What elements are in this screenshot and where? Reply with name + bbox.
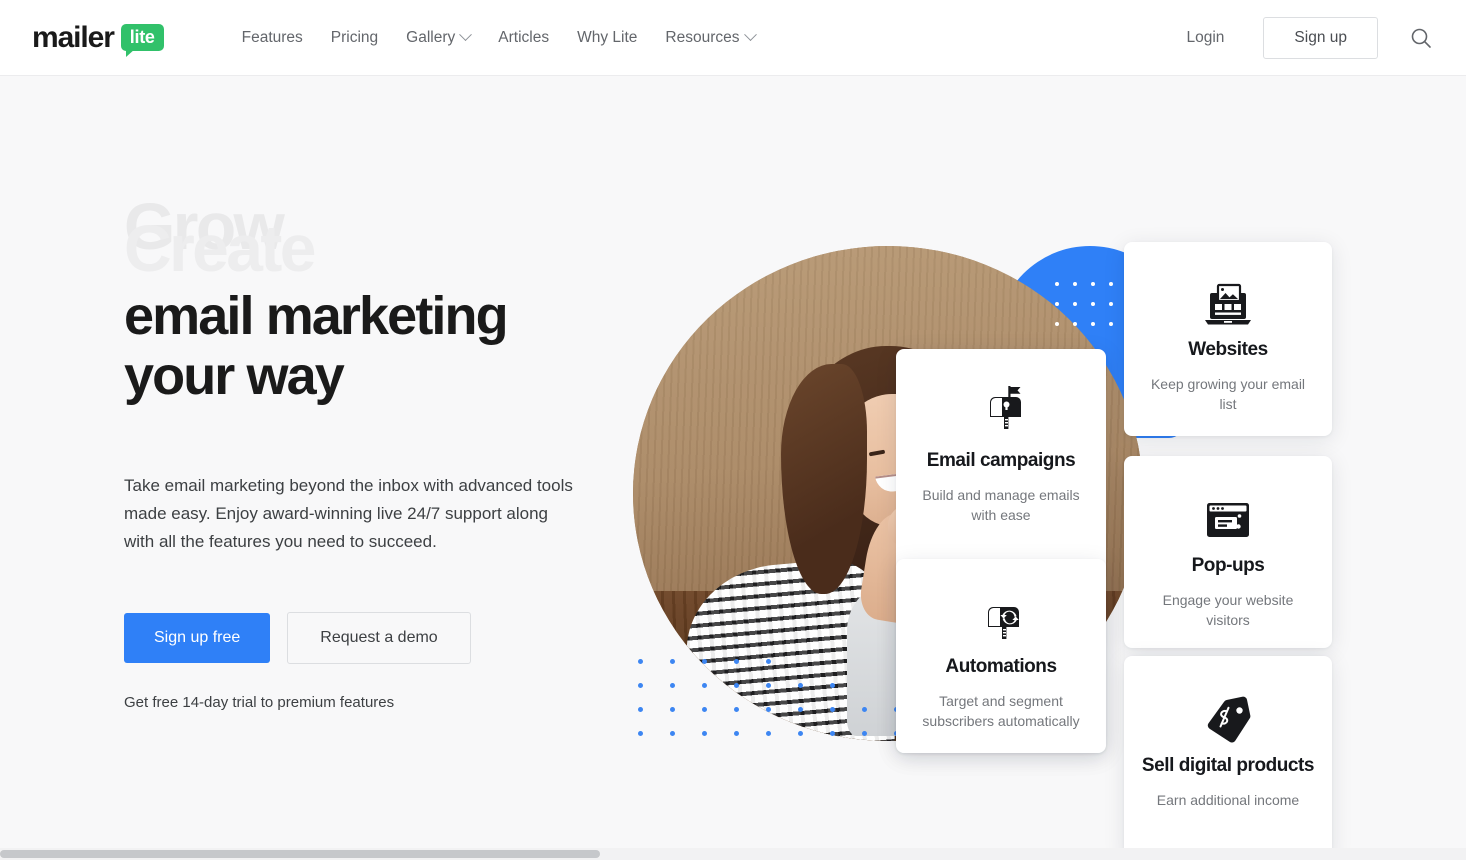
feature-card-sell-digital-products[interactable]: Sell digital products Earn additional in… — [1124, 656, 1332, 860]
nav-item-why-lite[interactable]: Why Lite — [563, 19, 651, 57]
dot-row — [638, 673, 926, 697]
headline-line-1: email marketing — [124, 286, 509, 346]
nav-label: Gallery — [406, 28, 456, 46]
trial-note: Get free 14-day trial to premium feature… — [124, 694, 395, 711]
nav-label: Articles — [498, 28, 550, 46]
card-title: Pop-ups — [1191, 555, 1265, 576]
logo-lite-badge: lite — [120, 24, 164, 57]
hero-section: Grow Create email marketing your way Tak… — [0, 76, 1466, 860]
chevron-down-icon — [743, 28, 757, 42]
card-description: Keep growing your email list — [1150, 376, 1306, 412]
nav-label: Resources — [665, 28, 740, 46]
card-title: Email campaigns — [926, 450, 1076, 471]
page-title: email marketing your way — [124, 286, 594, 406]
feature-card-popups[interactable]: Pop-ups Engage your website visitors — [1124, 456, 1332, 648]
rotating-word-container: Grow Create — [124, 188, 594, 285]
horizontal-scrollbar[interactable] — [0, 848, 1466, 860]
signup-free-button[interactable]: Sign up free — [124, 613, 271, 663]
request-demo-button[interactable]: Request a demo — [287, 612, 471, 664]
white-dot-pattern — [1055, 282, 1127, 342]
nav-item-features[interactable]: Features — [228, 19, 317, 57]
rotating-word-create: Create — [124, 211, 316, 285]
nav-label: Pricing — [330, 28, 379, 46]
card-description: Engage your website visitors — [1162, 592, 1294, 628]
nav-item-articles[interactable]: Articles — [484, 19, 563, 57]
scrollbar-thumb[interactable] — [0, 850, 600, 858]
signup-button[interactable]: Sign up — [1263, 16, 1378, 59]
mailbox-flag-icon — [896, 379, 1106, 441]
search-icon[interactable] — [1406, 23, 1436, 53]
card-title: Sell digital products — [1141, 755, 1315, 776]
card-description: Target and segment subscribers automatic… — [922, 693, 1080, 729]
browser-popup-icon — [1124, 490, 1332, 552]
nav-item-pricing[interactable]: Pricing — [317, 19, 392, 57]
login-link[interactable]: Login — [1172, 19, 1238, 57]
header-actions: Login Sign up — [1172, 16, 1436, 59]
nav-item-gallery[interactable]: Gallery — [392, 19, 484, 57]
mailerlite-logo[interactable]: mailer lite — [32, 20, 164, 57]
dot-row — [638, 697, 926, 721]
price-tag-dollar-icon — [1124, 690, 1332, 752]
blue-dot-pattern — [638, 649, 926, 745]
card-description: Build and manage emails with ease — [922, 487, 1080, 523]
chevron-down-icon — [459, 28, 473, 42]
site-header: mailer lite Features Pricing Gallery Art… — [0, 0, 1466, 76]
dot-row — [638, 649, 926, 673]
nav-label: Features — [241, 28, 303, 46]
primary-navigation: Features Pricing Gallery Articles Why Li… — [228, 19, 769, 57]
nav-label: Why Lite — [577, 28, 638, 46]
dot-row — [638, 721, 926, 745]
laptop-website-icon — [1124, 274, 1332, 336]
logo-wordmark: mailer — [32, 20, 115, 54]
nav-item-resources[interactable]: Resources — [651, 19, 768, 57]
mailbox-sync-icon — [896, 591, 1106, 653]
feature-card-websites[interactable]: Websites Keep growing your email list — [1124, 242, 1332, 436]
card-description: Earn additional income — [1156, 792, 1300, 808]
feature-card-automations[interactable]: Automations Target and segment subscribe… — [896, 559, 1106, 753]
hero-copy: Grow Create email marketing your way Tak… — [124, 188, 594, 711]
card-title: Automations — [945, 656, 1057, 677]
hero-visual: Email campaigns Build and manage emails … — [600, 76, 1466, 860]
headline-line-2: your way — [124, 346, 345, 406]
hero-cta-row: Sign up free Request a demo — [124, 612, 594, 664]
card-title: Websites — [1188, 339, 1268, 360]
hero-subtext: Take email marketing beyond the inbox wi… — [124, 476, 573, 551]
